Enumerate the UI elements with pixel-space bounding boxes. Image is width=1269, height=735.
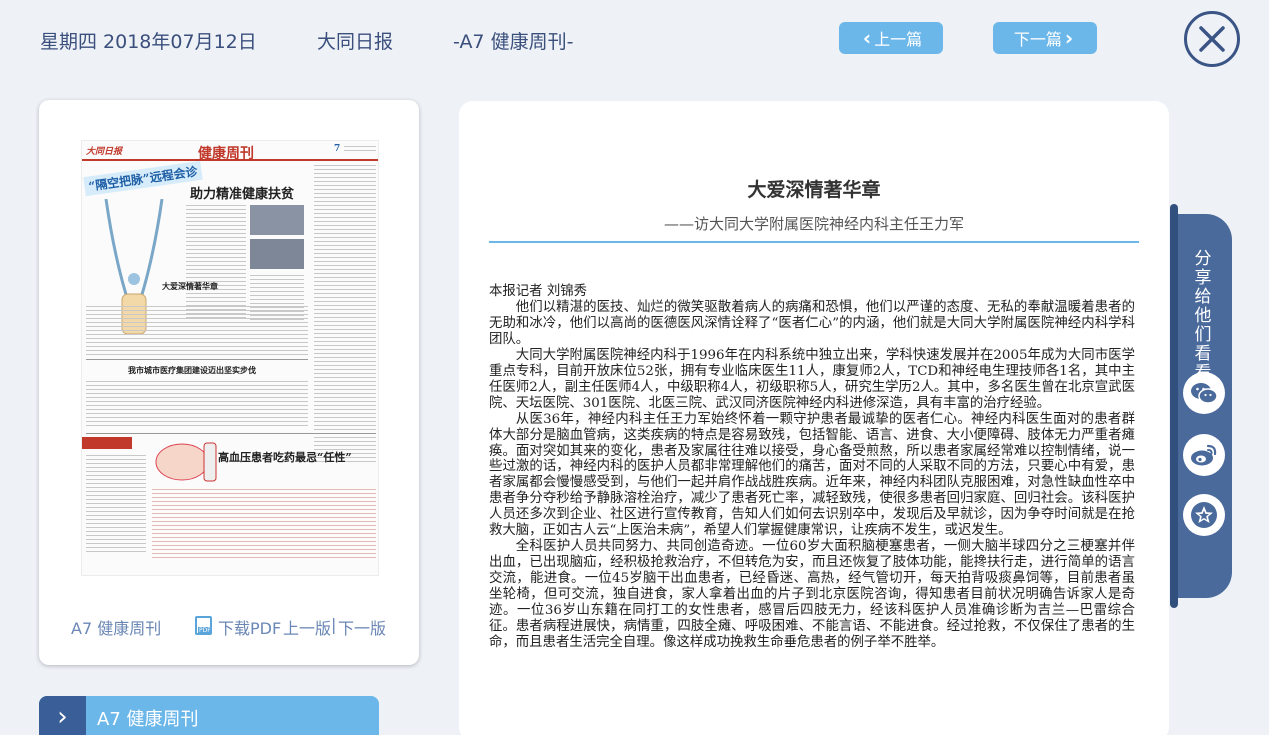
- newspaper-name: 大同日报: [317, 31, 394, 53]
- link-separator: |: [331, 615, 337, 634]
- article-subtitle: ——访大同大学附属医院神经内科主任王力军: [663, 215, 964, 233]
- previous-article-label: 上一篇: [874, 30, 923, 49]
- share-sidebar: 分享给他们看看: [1170, 204, 1232, 608]
- article-title: 大爱深情著华章: [747, 179, 881, 201]
- thumb-headline-4: 高血压患者吃药最忌“任性”: [218, 451, 352, 464]
- thumb-page-number: 7: [334, 144, 341, 154]
- edition-section: -A7 健康周刊-: [453, 31, 574, 53]
- pdf-icon: [195, 616, 212, 635]
- section-tab[interactable]: › A7 健康周刊: [39, 696, 379, 735]
- thumb-headline-3: 我市城市医疗集团建设迈出坚实步伐: [128, 365, 256, 375]
- thumb-headline-1: 助力精准健康扶贫: [190, 187, 295, 202]
- article-byline: 本报记者 刘锦秀: [489, 284, 587, 299]
- article-paragraph: 大同大学附属医院神经内科于1996年在内科系统中独立出来，学科快速发展并在200…: [489, 347, 1135, 411]
- article-paragraph: 全科医护人员共同努力、共同创造奇迹。一位60岁大面积脑梗塞患者，一侧大脑半球四分…: [489, 539, 1135, 650]
- article-body: 本报记者 刘锦秀 他们以精湛的医技、灿烂的微笑驱散着病人的病痛和恐惧，他们以严谨…: [489, 284, 1135, 651]
- wechat-icon: [1191, 383, 1218, 404]
- page-thumbnail[interactable]: 大同日报 健康周刊 7 “隔空把脉”远程会诊 助力精准健康扶贫 大爱深情著华章 …: [81, 140, 379, 576]
- next-article-label: 下一篇: [1013, 30, 1062, 49]
- weibo-icon: [1191, 444, 1217, 466]
- article-paragraph: 他们以精湛的医技、灿烂的微笑驱散着病人的病痛和恐惧，他们以严谨的态度、无私的奉献…: [489, 299, 1135, 347]
- thumb-photo-1: [250, 205, 304, 235]
- previous-page-link[interactable]: 上一版: [283, 615, 331, 639]
- thumb-masthead: 大同日报: [86, 147, 123, 157]
- share-wechat-button[interactable]: [1183, 372, 1225, 414]
- thumb-banner: “隔空把脉”远程会诊: [83, 160, 203, 197]
- edition-date: 星期四 2018年07月12日: [40, 31, 257, 53]
- share-label: 分享给他们看看: [1194, 249, 1212, 383]
- thumb-photo-2: [250, 239, 304, 269]
- close-icon: [1199, 26, 1225, 52]
- chevron-right-icon: ›: [1064, 26, 1074, 50]
- star-icon: [1191, 502, 1217, 528]
- next-page-link[interactable]: 下一版: [338, 615, 386, 639]
- share-weibo-button[interactable]: [1183, 434, 1225, 476]
- chevron-left-icon: ‹: [862, 26, 872, 50]
- thumb-rule: [82, 159, 378, 161]
- article-paragraph: 从医36年，神经内科主任王力军始终怀着一颗守护患者最诚挚的医者仁心。神经内科医生…: [489, 411, 1135, 539]
- article-panel: 大爱深情著华章 ——访大同大学附属医院神经内科主任王力军 本报记者 刘锦秀 他们…: [459, 101, 1169, 735]
- favorite-button[interactable]: [1183, 494, 1225, 536]
- close-button[interactable]: [1184, 11, 1240, 67]
- download-pdf-link[interactable]: 下载PDF: [218, 615, 281, 639]
- title-divider: [489, 241, 1139, 243]
- page-section-label: A7 健康周刊: [71, 619, 162, 638]
- section-tab-label: A7 健康周刊: [97, 709, 199, 730]
- page-card-footer: A7 健康周刊 下载PDF 上一版 | 下一版: [39, 612, 419, 638]
- thumb-date-lines: [344, 146, 376, 152]
- previous-article-button[interactable]: ‹ 上一篇: [839, 22, 943, 54]
- thumb-headline-2: 大爱深情著华章: [162, 281, 218, 291]
- chevron-right-icon: ›: [39, 696, 86, 735]
- thumb-cartoon: [155, 442, 217, 482]
- next-article-button[interactable]: 下一篇 ›: [993, 22, 1097, 54]
- page-preview-card: 大同日报 健康周刊 7 “隔空把脉”远程会诊 助力精准健康扶贫 大爱深情著华章 …: [39, 100, 419, 665]
